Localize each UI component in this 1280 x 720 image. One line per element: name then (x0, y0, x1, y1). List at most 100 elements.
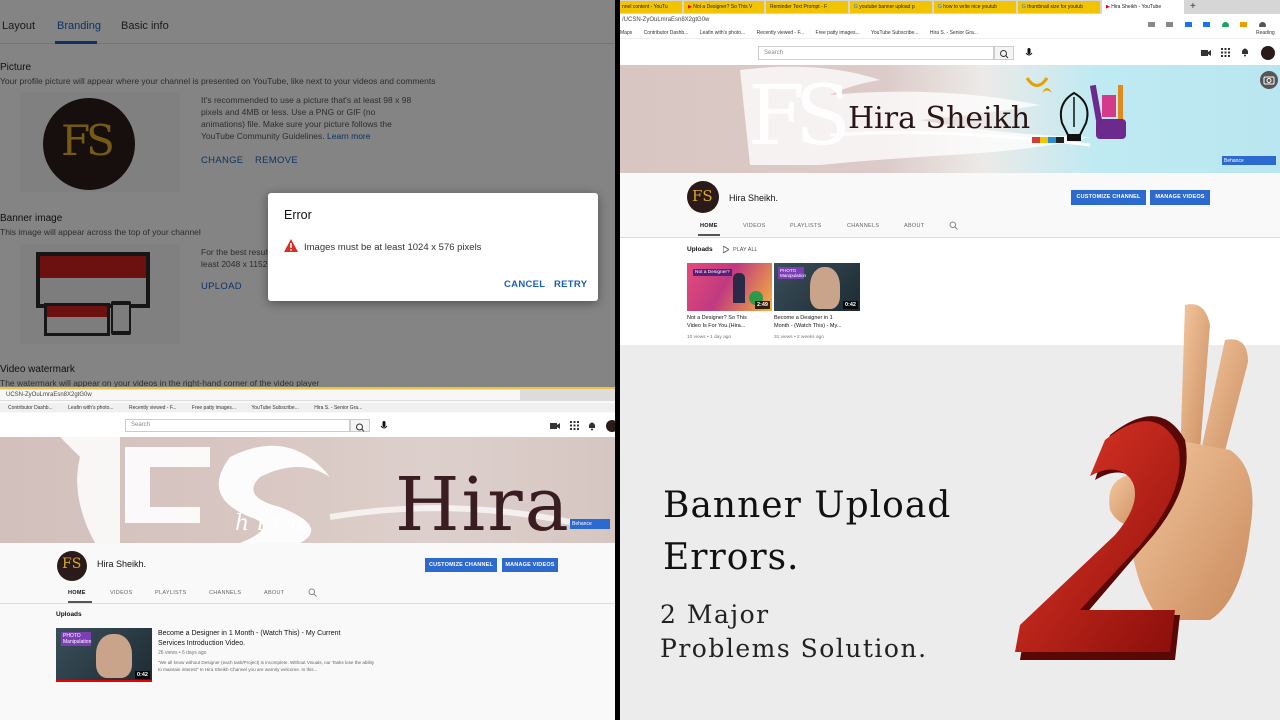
google-favicon: G (854, 4, 858, 10)
video-title-heading: Errors. (663, 537, 800, 578)
channel-page: nnel content - YouTu ▶ Not a Designer? S… (620, 0, 1280, 345)
video-title-line: Not a Designer? So This (687, 315, 747, 321)
account-avatar[interactable] (606, 420, 615, 432)
video-description: "We all know without Designer (each task… (158, 660, 374, 673)
bookmark[interactable]: Hira S. - Senior Gra... (314, 405, 362, 411)
apps-icon[interactable] (570, 421, 579, 430)
search-input[interactable]: Search (125, 419, 350, 432)
behance-link[interactable]: Behance (1222, 156, 1276, 165)
search-icon (1000, 50, 1009, 59)
tab-channels[interactable]: CHANNELS (847, 223, 879, 229)
tab-label: thumbnail size for youtub (1027, 4, 1083, 10)
bookmark[interactable]: Contributor Dashb... (8, 405, 53, 411)
bookmark[interactable]: Contributor Dashb... (644, 30, 689, 36)
video-thumbnail[interactable]: Not a Designer? 2:49 (687, 263, 772, 311)
video-title-line: Month - (Watch This) - My... (774, 323, 842, 329)
tab-about[interactable]: ABOUT (264, 590, 284, 596)
bookmark[interactable]: YouTube Subscribe... (871, 30, 918, 36)
thumbnail-label: PHOTO Manipulation (778, 267, 807, 279)
tab-playlists[interactable]: PLAYLISTS (790, 223, 822, 229)
error-message: Images must be at least 1024 x 576 pixel… (304, 242, 482, 253)
channel-avatar: FS (57, 551, 87, 581)
reading-list[interactable]: Reading (1256, 30, 1275, 36)
video-duration: 0:42 (842, 301, 858, 309)
manage-videos-button[interactable]: MANAGE VIDEOS (502, 558, 558, 572)
banner-name-text: Hira (395, 462, 571, 543)
tab-label: youtube banner upload p (859, 4, 915, 10)
bookmark[interactable]: Leafin with's photo... (68, 405, 113, 411)
mic-icon[interactable] (1025, 48, 1033, 58)
tab-videos[interactable]: VIDEOS (110, 590, 133, 596)
tab-channels[interactable]: CHANNELS (209, 590, 241, 596)
video-subtitle: 2 Major (660, 600, 770, 629)
video-thumbnail[interactable]: PHOTO Manipulation 0:42 (56, 628, 152, 682)
channel-banner: FS Hira Sheikh Behance (620, 65, 1280, 173)
edit-banner-camera-icon[interactable] (1260, 71, 1278, 89)
notifications-bell-icon[interactable] (1241, 47, 1249, 57)
thumbnail-label: PHOTO Manipulation (61, 632, 92, 646)
video-title-heading: Banner Upload (663, 485, 952, 526)
thumbnail-face (96, 634, 132, 678)
video-desc-line: to maintain interest" In Hira Sheikh Cha… (158, 666, 318, 672)
divider (0, 603, 615, 604)
customize-channel-button[interactable]: CUSTOMIZE CHANNEL (425, 558, 497, 572)
search-button[interactable] (350, 419, 370, 432)
bookmark[interactable]: YouTube Subscribe... (251, 405, 298, 411)
browser-tab-active[interactable]: ▶ Hira Sheikh - YouTube (1102, 0, 1184, 14)
watch-progress-bar (56, 680, 152, 682)
retry-button[interactable]: RETRY (554, 279, 587, 290)
browser-tab[interactable]: G thumbnail size for youtub (1018, 1, 1100, 13)
video-thumbnail[interactable]: PHOTO Manipulation 0:42 (774, 263, 860, 311)
video-title[interactable]: Become a Designer in 1 Month - (Watch Th… (158, 629, 340, 649)
tab-label: Hira Sheikh - YouTube (1111, 4, 1162, 10)
video-title-line: Video Is For You.(Hira... (687, 323, 746, 329)
notifications-bell-icon[interactable] (588, 421, 596, 431)
customize-channel-button[interactable]: CUSTOMIZE CHANNEL (1071, 190, 1146, 205)
video-title[interactable]: Not a Designer? So This Video Is For You… (687, 314, 772, 330)
bookmark[interactable]: Leafin with's photo... (700, 30, 745, 36)
new-tab-button[interactable]: + (1190, 1, 1196, 12)
play-all-icon[interactable] (723, 246, 729, 253)
browser-tab[interactable]: ▶ Not a Designer? So This V (684, 1, 764, 13)
thumbnail-label: Not a Designer? (693, 269, 732, 276)
browser-tab[interactable]: nnel content - YouTu (620, 1, 682, 13)
search-input[interactable]: Search (758, 46, 994, 60)
video-meta: 10 views • 1 day ago (687, 335, 732, 340)
bookmark[interactable]: Recently viewed - F... (129, 405, 177, 411)
active-nav-indicator (698, 234, 720, 236)
browser-tab[interactable]: Reminder Text Prompt - F (766, 1, 848, 13)
browser-tab[interactable]: G how to write nice youtub (934, 1, 1016, 13)
account-avatar[interactable] (1261, 46, 1275, 60)
browser-tab[interactable]: G youtube banner upload p (850, 1, 932, 13)
tab-playlists[interactable]: PLAYLISTS (155, 590, 187, 596)
browser-tabstrip: nnel content - YouTu ▶ Not a Designer? S… (620, 0, 1280, 14)
behance-link[interactable]: Behance (570, 519, 610, 529)
bookmark[interactable]: Hira S. - Senior Gra... (930, 30, 978, 36)
create-video-icon[interactable] (550, 422, 560, 430)
manage-videos-button[interactable]: MANAGE VIDEOS (1150, 190, 1210, 205)
play-all-button[interactable]: PLAY ALL (733, 247, 758, 253)
channel-search-icon[interactable] (949, 221, 958, 230)
bookmark[interactable]: Free patty images... (816, 30, 860, 36)
create-video-icon[interactable] (1201, 49, 1211, 57)
bookmark[interactable]: Free patty images... (192, 405, 236, 411)
behance-label: Behance (1224, 158, 1244, 164)
banner-fs-logo: FS (748, 69, 851, 164)
cancel-button[interactable]: CANCEL (504, 279, 545, 290)
video-title[interactable]: Become a Designer in 1 Month - (Watch Th… (774, 314, 864, 330)
channel-banner-zoomed: hira Hira Behance (0, 437, 615, 543)
tab-home[interactable]: HOME (700, 223, 718, 229)
tab-videos[interactable]: VIDEOS (743, 223, 766, 229)
bookmark[interactable]: Maps (620, 30, 632, 36)
search-button[interactable] (994, 46, 1014, 60)
bookmarks-bar: Contributor Dashb... Leafin with's photo… (0, 403, 615, 412)
mic-icon[interactable] (380, 421, 388, 431)
apps-icon[interactable] (1221, 48, 1230, 57)
tab-label: how to write nice youtub (943, 4, 997, 10)
victory-hand-two-graphic (1015, 304, 1253, 660)
tab-home[interactable]: HOME (68, 590, 86, 596)
channel-search-icon[interactable] (308, 588, 317, 597)
address-bar[interactable]: UCSN-ZyOuLmraEsn8X2gtG0w (0, 390, 520, 400)
bookmark[interactable]: Recently viewed - F... (757, 30, 805, 36)
tab-about[interactable]: ABOUT (904, 223, 924, 229)
